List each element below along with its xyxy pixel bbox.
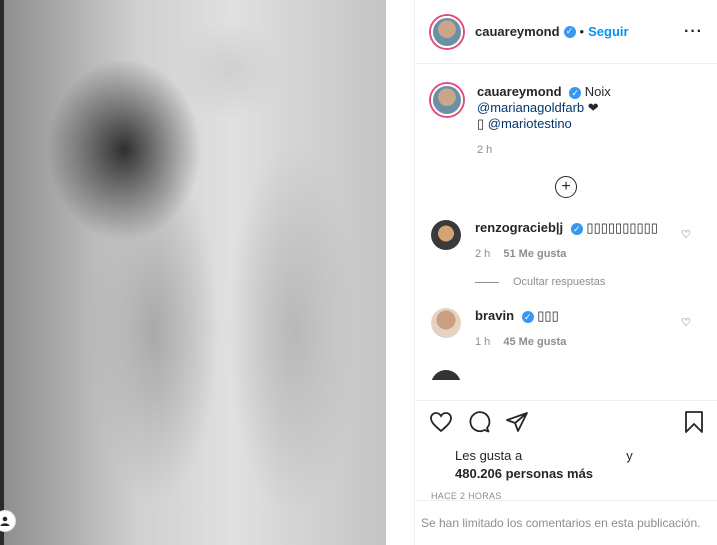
- verified-badge-icon: ✓: [521, 310, 534, 323]
- hide-replies-toggle[interactable]: Ocultar respuestas: [475, 276, 717, 288]
- comment-text: ▯▯▯▯▯▯▯▯▯▯: [586, 220, 658, 235]
- likes-prefix: Les gusta a: [455, 448, 523, 463]
- caption-username[interactable]: cauareymond: [477, 84, 562, 99]
- bookmark-icon[interactable]: [684, 410, 704, 434]
- commenter-avatar[interactable]: [431, 370, 461, 380]
- comment-likes[interactable]: 45 Me gusta: [503, 336, 566, 348]
- hide-replies-label: Ocultar respuestas: [513, 276, 606, 288]
- verified-badge-icon: ✓: [569, 86, 582, 99]
- comment-like-heart-icon[interactable]: ♡: [681, 316, 691, 329]
- post-photo-pane: [0, 0, 386, 545]
- mention-link[interactable]: @marianagoldfarb: [477, 100, 584, 115]
- post-header: cauareymond ✓ • Seguir ···: [415, 0, 717, 64]
- caption-avatar[interactable]: [431, 84, 463, 116]
- partially-hidden-comment: [415, 370, 717, 380]
- comment-text: ▯▯▯: [537, 308, 559, 323]
- replies-line: [475, 281, 499, 283]
- share-plane-icon[interactable]: [505, 410, 529, 434]
- comment-bubble-icon[interactable]: [467, 410, 491, 434]
- verified-badge-icon: ✓: [570, 222, 583, 235]
- post-caption: cauareymond ✓ Noix @marianagoldfarb ❤ ▯ …: [415, 64, 717, 132]
- comment-time: 1 h: [475, 336, 491, 348]
- verified-badge-icon: ✓: [563, 25, 576, 38]
- comment-item: bravin ✓ ▯▯▯ 1 h 45 Me gusta ♡: [415, 308, 717, 350]
- author-username[interactable]: cauareymond: [475, 24, 560, 39]
- separator-dot: •: [579, 24, 585, 39]
- more-options-icon[interactable]: ···: [684, 23, 703, 41]
- heart-emoji: ❤: [587, 100, 599, 115]
- like-heart-icon[interactable]: [429, 411, 453, 433]
- likes-and: y: [626, 448, 633, 463]
- author-avatar[interactable]: [431, 15, 463, 48]
- comment-like-heart-icon[interactable]: ♡: [681, 228, 691, 241]
- caption-time: 2 h: [477, 144, 493, 156]
- post-photo[interactable]: [4, 0, 386, 545]
- comment-username[interactable]: renzogracieb|j: [475, 220, 563, 235]
- commenter-avatar[interactable]: [431, 220, 461, 250]
- comment-username[interactable]: bravin: [475, 308, 514, 323]
- comment-item: renzogracieb|j ✓ ▯▯▯▯▯▯▯▯▯▯ 2 h 51 Me gu…: [415, 220, 717, 262]
- commenter-avatar[interactable]: [431, 308, 461, 338]
- load-more-comments[interactable]: +: [415, 176, 717, 198]
- comment-time: 2 h: [475, 248, 491, 260]
- likes-summary[interactable]: Les gusta a y 480.206 personas más: [429, 447, 704, 483]
- comments-limited-notice: Se han limitado los comentarios en esta …: [415, 500, 717, 545]
- camera-emoji: ▯: [477, 116, 485, 131]
- caption-text: Noix: [584, 84, 611, 99]
- comment-likes[interactable]: 51 Me gusta: [503, 248, 566, 260]
- mention-link[interactable]: @mariotestino: [488, 116, 572, 131]
- post-actions: Les gusta ay 480.206 personas más HACE 2…: [415, 400, 717, 501]
- post-side-panel: cauareymond ✓ • Seguir ··· cauareymond ✓…: [414, 0, 717, 545]
- follow-button[interactable]: Seguir: [588, 24, 628, 39]
- plus-circle-icon[interactable]: +: [555, 176, 577, 198]
- likes-count[interactable]: 480.206 personas más: [455, 466, 593, 481]
